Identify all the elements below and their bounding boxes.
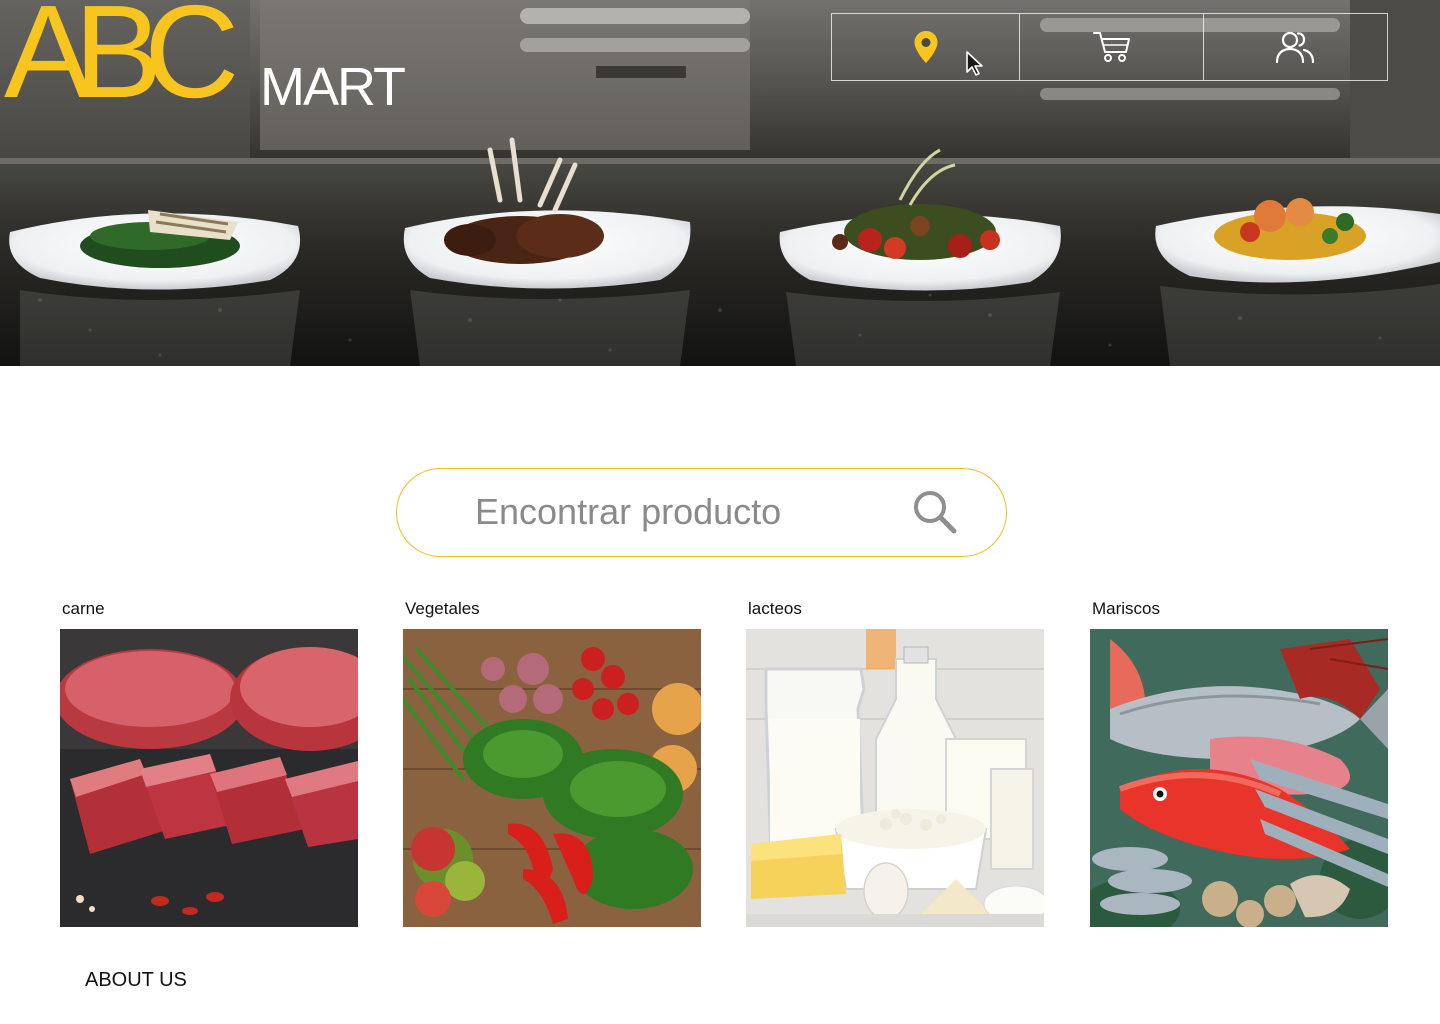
mouse-cursor-icon (966, 51, 983, 76)
category-image-lacteos[interactable] (746, 629, 1044, 927)
search-bar (396, 468, 1007, 557)
category-card-mariscos[interactable]: Mariscos (1090, 598, 1388, 927)
header-nav (831, 13, 1388, 81)
logo-abc-text: ABC (4, 0, 239, 125)
location-button[interactable] (832, 14, 1021, 80)
users-button[interactable] (1204, 14, 1387, 80)
hero-banner: ABC MART (0, 0, 1440, 366)
category-card-lacteos[interactable]: lacteos (746, 598, 1044, 927)
logo-mart-text: MART (260, 57, 406, 117)
about-us-link[interactable]: ABOUT US (85, 969, 187, 992)
cart-button[interactable] (1020, 14, 1204, 80)
users-icon (1276, 31, 1315, 64)
category-image-carne[interactable] (60, 629, 358, 927)
search-button[interactable] (912, 489, 962, 539)
category-label[interactable]: Mariscos (1090, 598, 1388, 626)
shopping-cart-icon (1092, 32, 1130, 62)
brand-logo[interactable]: ABC MART (4, 0, 424, 120)
category-card-vegetales[interactable]: Vegetales (403, 598, 701, 927)
search-input[interactable] (475, 487, 895, 537)
category-image-vegetales[interactable] (403, 629, 701, 927)
category-label[interactable]: carne (60, 598, 358, 626)
category-label[interactable]: Vegetales (403, 598, 701, 626)
search-icon (914, 491, 957, 534)
category-image-mariscos[interactable] (1090, 629, 1388, 927)
location-pin-icon (914, 31, 938, 63)
category-label[interactable]: lacteos (746, 598, 1044, 626)
category-card-carne[interactable]: carne (60, 598, 358, 927)
